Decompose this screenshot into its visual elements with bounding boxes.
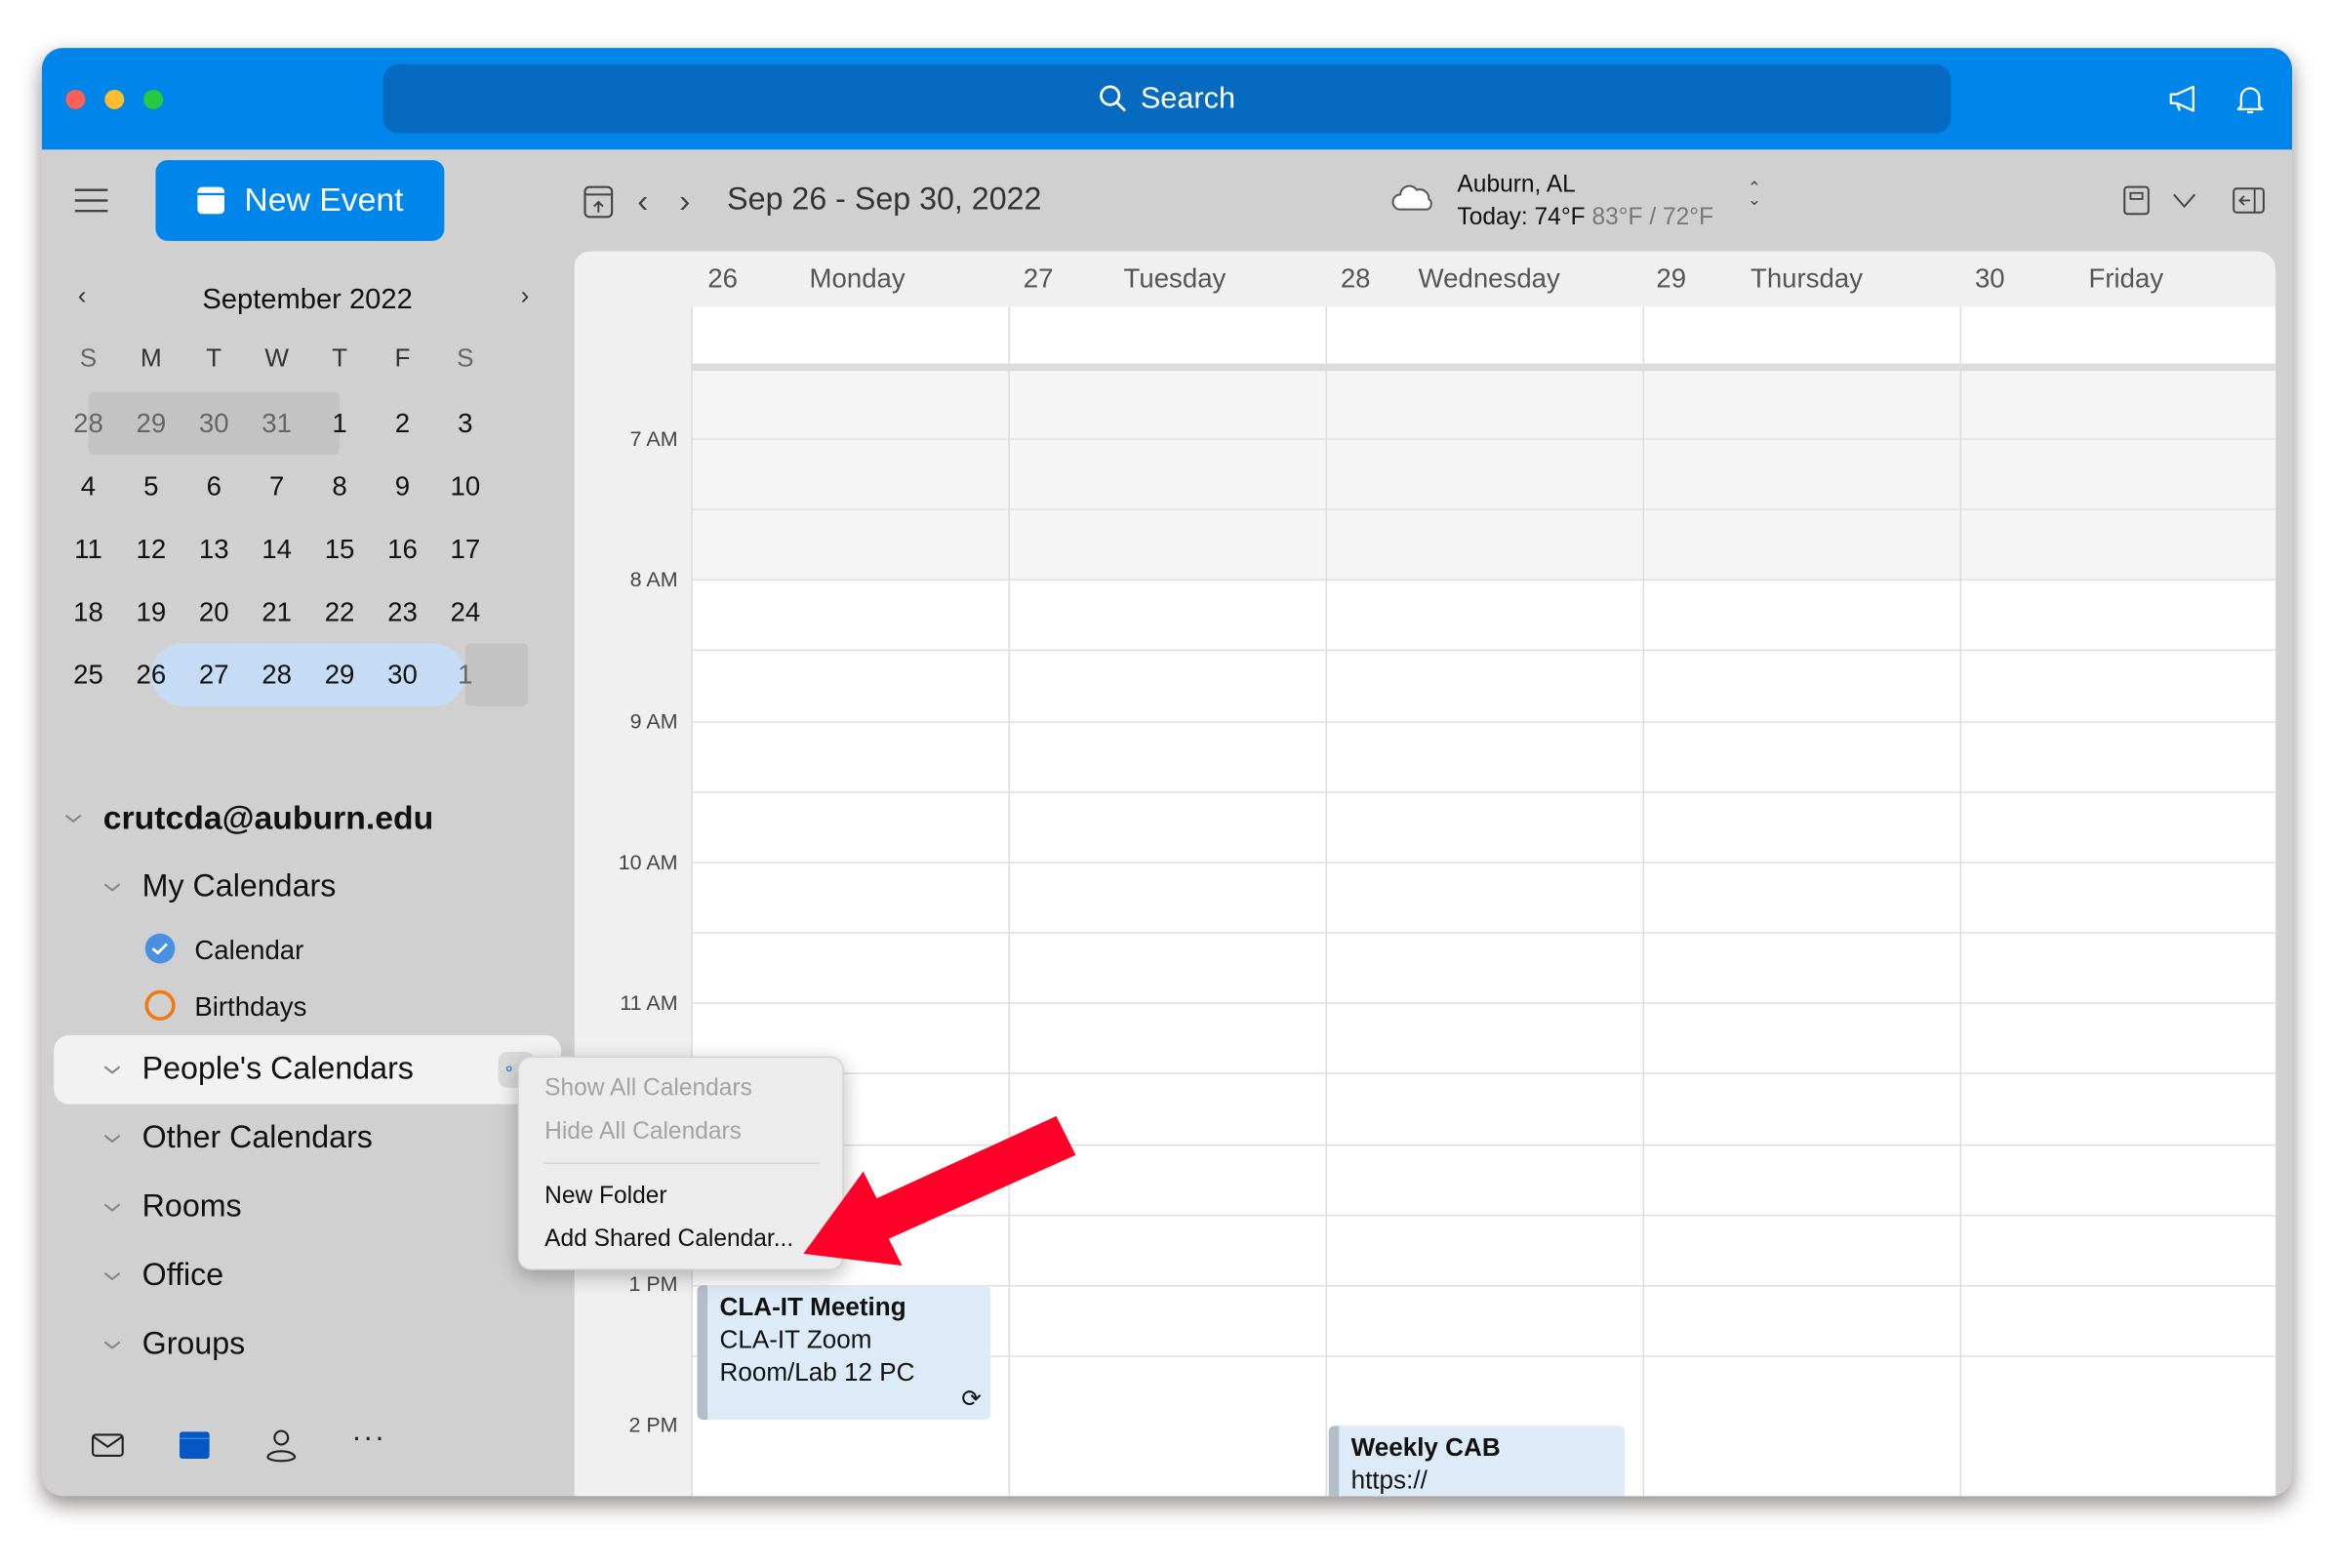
red-arrow-shape <box>803 1115 1076 1266</box>
annotation-arrow <box>803 1115 1076 1266</box>
